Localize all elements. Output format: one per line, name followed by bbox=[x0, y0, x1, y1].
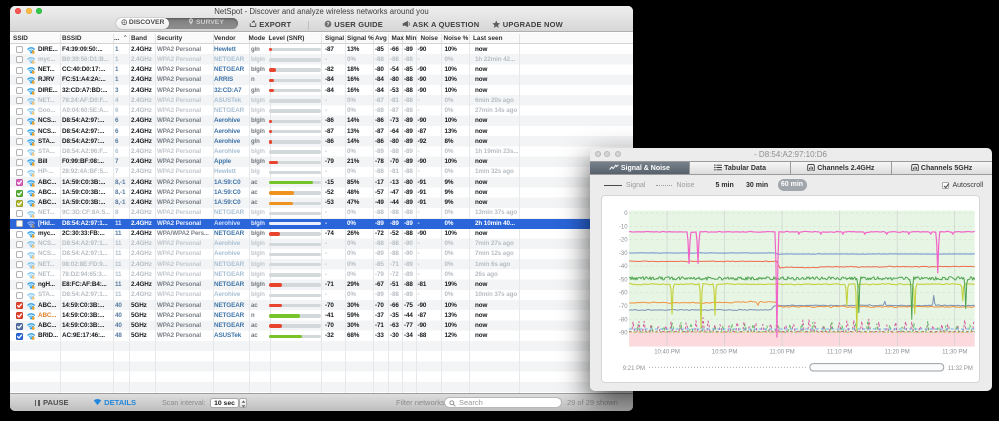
svg-text:?: ? bbox=[326, 22, 329, 28]
svg-text:10:50 PM: 10:50 PM bbox=[712, 349, 738, 355]
svg-text:0: 0 bbox=[624, 211, 628, 217]
svg-text:11:10 PM: 11:10 PM bbox=[827, 349, 852, 355]
svg-text:-10: -10 bbox=[619, 224, 628, 230]
svg-text:-40: -40 bbox=[619, 264, 628, 270]
svg-text:11:20 PM: 11:20 PM bbox=[884, 349, 909, 355]
svg-text:-80: -80 bbox=[619, 317, 628, 323]
svg-text:11:32 PM: 11:32 PM bbox=[948, 365, 973, 371]
svg-text:-50: -50 bbox=[619, 277, 628, 283]
svg-text:-20: -20 bbox=[619, 237, 628, 243]
svg-text:9:21 PM: 9:21 PM bbox=[623, 365, 645, 371]
svg-text:-60: -60 bbox=[619, 290, 628, 296]
svg-text:-30: -30 bbox=[619, 250, 628, 256]
svg-text:-70: -70 bbox=[619, 303, 628, 309]
svg-text:11:00 PM: 11:00 PM bbox=[769, 349, 794, 355]
svg-text:11:30 PM: 11:30 PM bbox=[942, 349, 967, 355]
svg-text:10:40 PM: 10:40 PM bbox=[654, 349, 680, 355]
svg-text:-90: -90 bbox=[619, 330, 628, 336]
